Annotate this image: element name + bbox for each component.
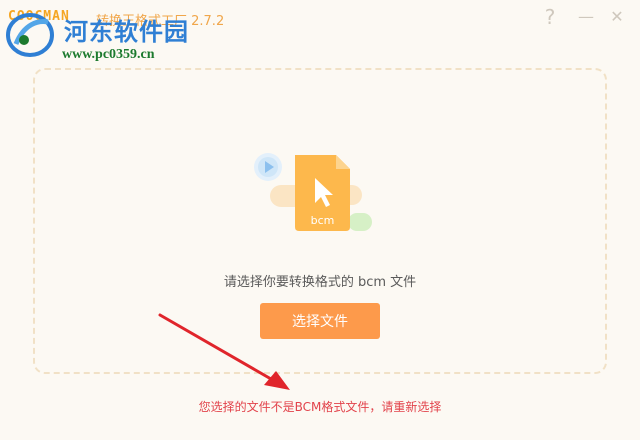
error-message: 您选择的文件不是BCM格式文件，请重新选择: [198, 400, 442, 414]
bcm-file-icon: bcm: [254, 153, 372, 231]
red-arrow-annotation-icon: [158, 313, 290, 390]
minimize-button[interactable]: —: [575, 3, 597, 31]
close-button[interactable]: ✕: [606, 3, 628, 31]
watermark-site-name: 河东软件园: [64, 17, 189, 46]
file-type-label: bcm: [311, 214, 335, 227]
select-file-prompt: 请选择你要转换格式的 bcm 文件: [223, 275, 417, 290]
watermark-logo-icon: [6, 13, 54, 57]
watermark: 河东软件园 www.pc0359.cn: [4, 10, 214, 68]
watermark-url: www.pc0359.cn: [62, 47, 155, 62]
help-button[interactable]: ?: [539, 3, 561, 31]
